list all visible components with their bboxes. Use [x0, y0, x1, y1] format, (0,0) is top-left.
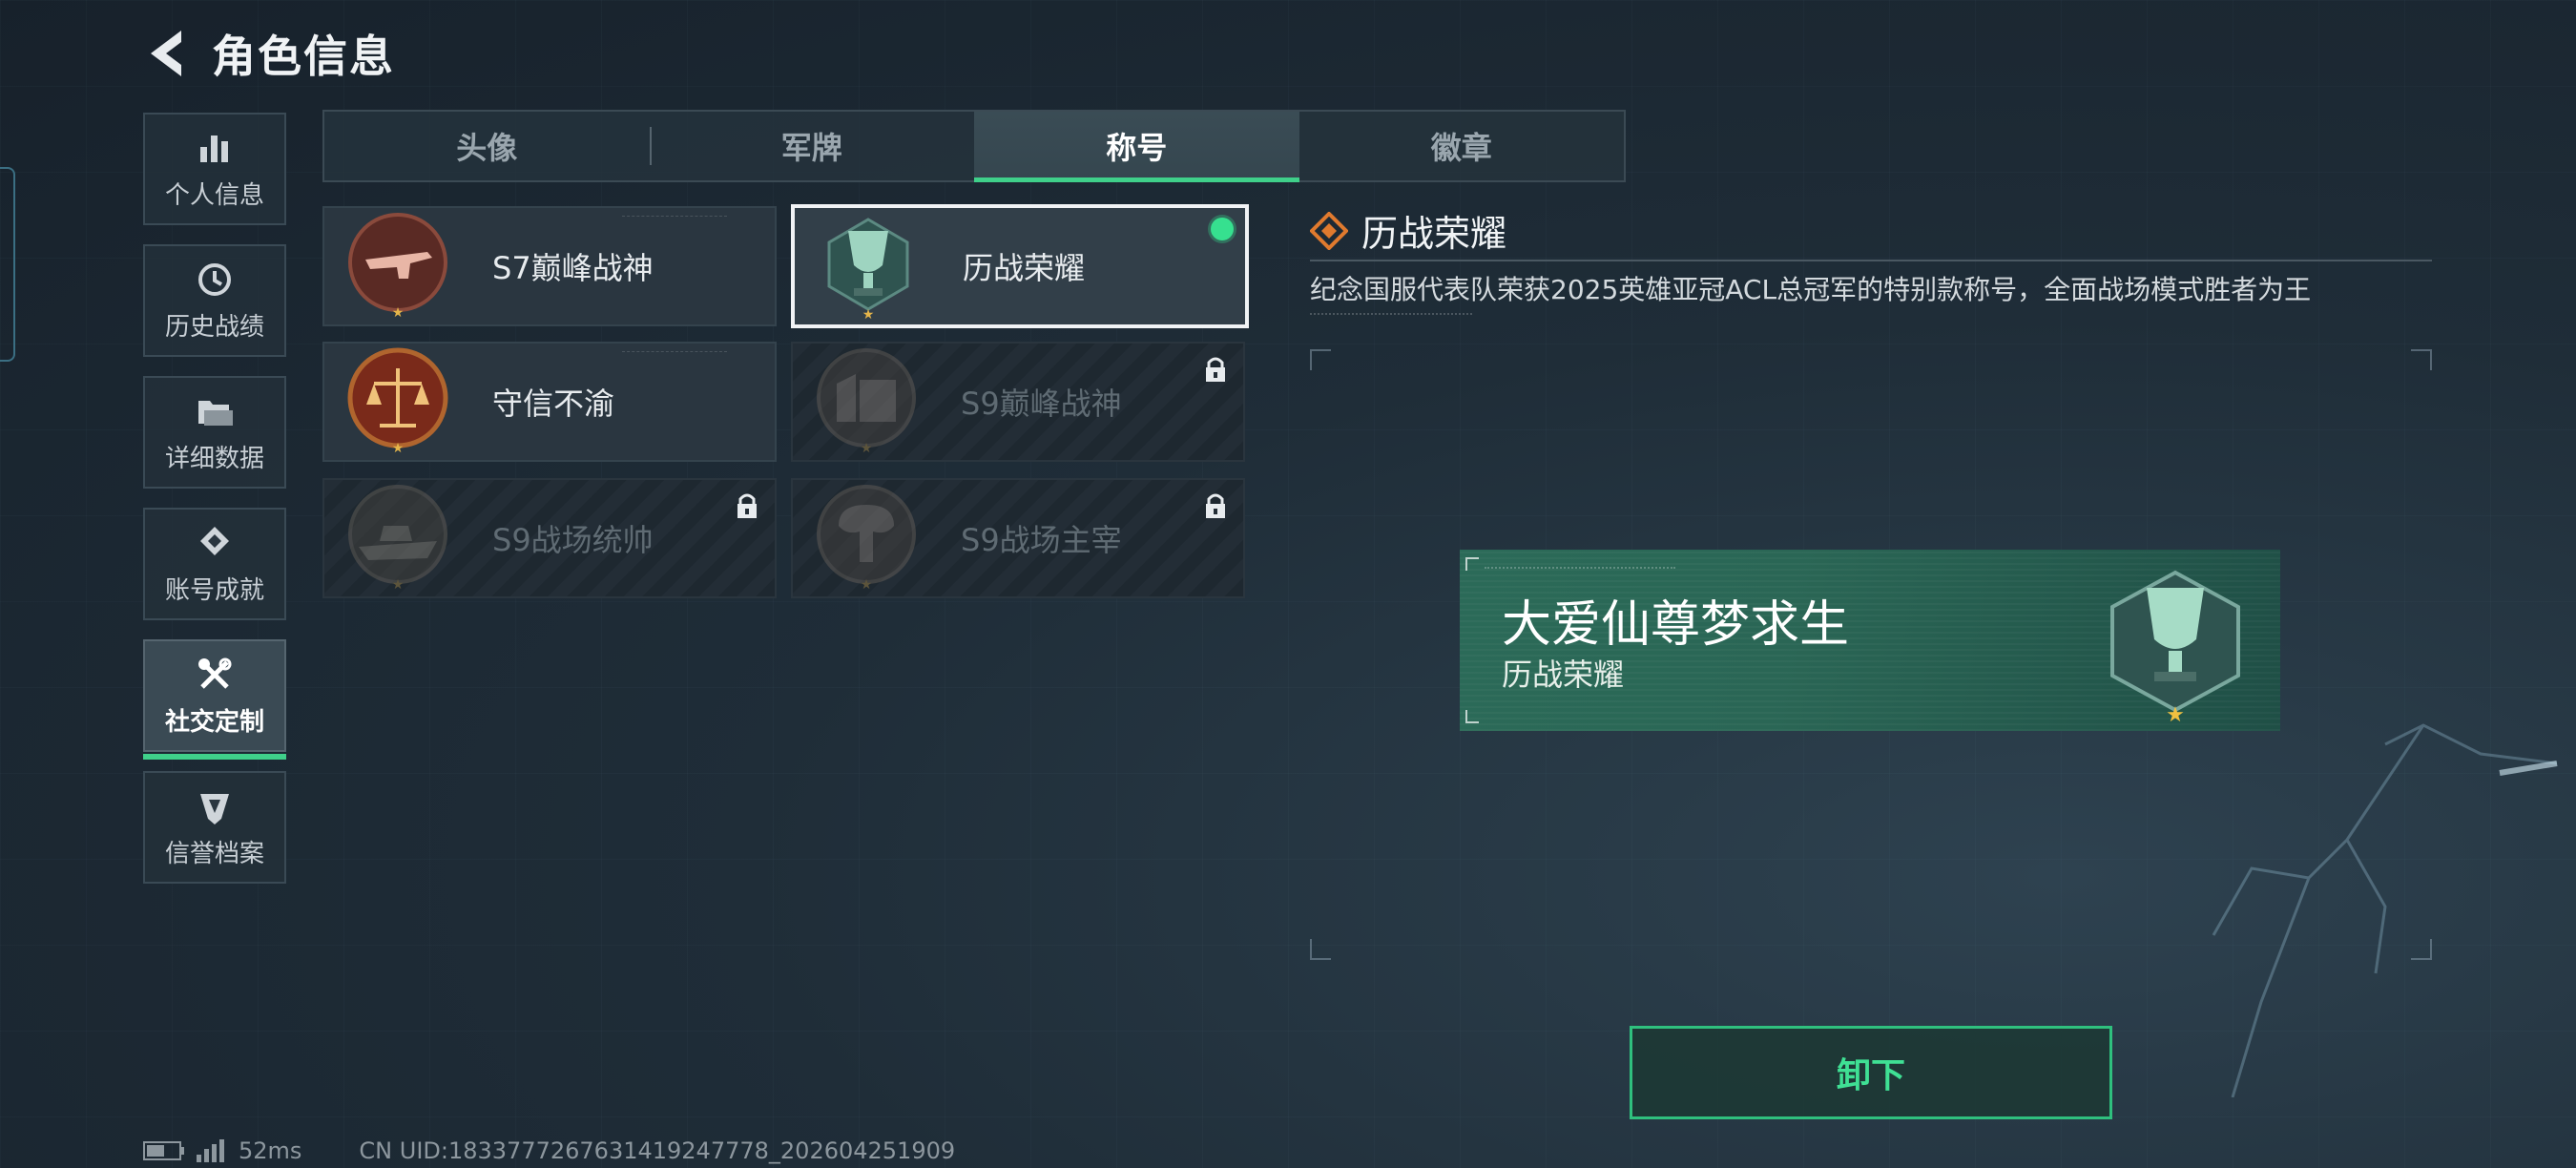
frame-corner — [1310, 939, 1331, 960]
detail-description: 纪念国服代表队荣获2025英雄亚冠ACL总冠军的特别款称号，全面战场模式胜者为王 — [1310, 274, 2312, 305]
credit-shield-icon — [200, 793, 229, 824]
detail-header: 历战荣耀 — [1310, 204, 1506, 257]
status-bar: 52ms CN UID:1833777267631419247778_20260… — [143, 1137, 955, 1164]
title-card-s9-commander[interactable]: ★ S9战场统帅 — [322, 478, 777, 598]
trophy-emblem-icon: ★ — [827, 218, 909, 323]
signal-icon — [197, 1139, 224, 1162]
title-name: S9巅峰战神 — [961, 386, 1122, 422]
sidebar-item-label: 历史战绩 — [164, 312, 264, 342]
achievement-medal-icon — [200, 526, 229, 555]
lock-icon — [1206, 493, 1225, 518]
title-name: S9战场主宰 — [961, 522, 1122, 558]
title-name: 历战荣耀 — [963, 250, 1086, 286]
player-name: 大爱仙尊梦求生 — [1502, 596, 1850, 654]
folder-icon — [198, 400, 233, 426]
svg-text:★: ★ — [392, 577, 405, 593]
sidebar-item-label: 账号成就 — [164, 575, 264, 605]
svg-text:★: ★ — [2166, 703, 2185, 725]
page-title: 角色信息 — [212, 31, 395, 82]
title-card-s9-peak-god[interactable]: ★ S9巅峰战神 — [791, 342, 1245, 462]
nameplate-corner — [1465, 710, 1479, 723]
battery-icon — [143, 1141, 184, 1160]
mushroom-cloud-emblem-icon: ★ — [817, 485, 916, 593]
svg-text:★: ★ — [392, 305, 405, 321]
svg-text:★: ★ — [392, 441, 405, 456]
sidebar-item-social-custom[interactable]: 社交定制 — [143, 639, 286, 760]
frame-corner — [2411, 939, 2432, 960]
tools-wrench-icon — [198, 657, 232, 689]
tab-bar: 头像 军牌 称号 徽章 — [322, 110, 1626, 182]
warship-emblem-icon: ★ — [348, 485, 447, 593]
bar-chart-icon — [200, 135, 228, 162]
card-decoration — [622, 216, 727, 220]
tab-badge[interactable]: 徽章 — [1299, 112, 1625, 180]
sidebar-item-achievements[interactable]: 账号成就 — [143, 508, 286, 620]
svg-text:★: ★ — [862, 307, 875, 323]
uid-text: CN UID:1833777267631419247778_2026042519… — [359, 1137, 956, 1164]
sidebar-item-label: 信誉档案 — [164, 839, 264, 868]
back-arrow-icon[interactable] — [143, 27, 189, 80]
title-card-keep-faith[interactable]: ★ 守信不渝 — [322, 342, 777, 462]
lock-icon — [1206, 357, 1225, 382]
sidebar-item-label: 个人信息 — [164, 180, 264, 210]
divider — [1310, 260, 2432, 261]
unequip-button[interactable]: 卸下 — [1630, 1026, 2112, 1119]
svg-text:★: ★ — [861, 577, 873, 593]
nameplate-corner — [1465, 557, 1479, 571]
title-name: S9战场统帅 — [492, 522, 654, 558]
lock-icon — [737, 493, 757, 518]
sidebar-item-credit[interactable]: 信誉档案 — [143, 771, 286, 884]
title-nameplate-preview: 大爱仙尊梦求生 历战荣耀 ★ — [1460, 550, 2280, 731]
page-header: 角色信息 — [143, 25, 395, 82]
svg-text:★: ★ — [861, 441, 873, 456]
nameplate-title: 历战荣耀 — [1502, 657, 1625, 693]
title-name: 守信不渝 — [492, 386, 615, 422]
frame-corner — [2411, 349, 2432, 370]
ping-text: 52ms — [239, 1137, 302, 1164]
history-clock-icon — [198, 262, 231, 296]
title-card-s9-dominator[interactable]: ★ S9战场主宰 — [791, 478, 1245, 598]
tab-avatar[interactable]: 头像 — [324, 112, 650, 180]
sidebar-item-detailed-data[interactable]: 详细数据 — [143, 376, 286, 489]
title-card-battle-glory[interactable]: ★ 历战荣耀 — [791, 204, 1249, 328]
equipped-indicator — [1211, 218, 1234, 240]
card-decoration — [622, 351, 727, 356]
sidebar-item-personal-info[interactable]: 个人信息 — [143, 113, 286, 225]
sidebar-item-history[interactable]: 历史战绩 — [143, 244, 286, 357]
nameplate-decoration — [1485, 567, 1675, 576]
title-diamond-icon — [1310, 211, 1348, 250]
fortress-emblem-icon: ★ — [817, 348, 916, 456]
tab-title[interactable]: 称号 — [974, 112, 1299, 182]
frame-corner — [1310, 349, 1331, 370]
title-name: S7巅峰战神 — [492, 250, 654, 286]
scales-emblem-icon: ★ — [347, 347, 448, 456]
tab-dog-tag[interactable]: 军牌 — [649, 112, 975, 180]
sidebar-item-label: 社交定制 — [164, 707, 264, 737]
title-card-s7-peak-god[interactable]: ★ S7巅峰战神 — [322, 206, 777, 326]
left-edge-handle[interactable] — [0, 167, 15, 362]
detail-title: 历战荣耀 — [1361, 213, 1507, 255]
description-decoration — [1310, 313, 1472, 324]
trophy-emblem-icon: ★ — [2110, 570, 2240, 725]
sidebar-item-label: 详细数据 — [164, 444, 264, 473]
gun-emblem-icon: ★ — [348, 213, 447, 321]
